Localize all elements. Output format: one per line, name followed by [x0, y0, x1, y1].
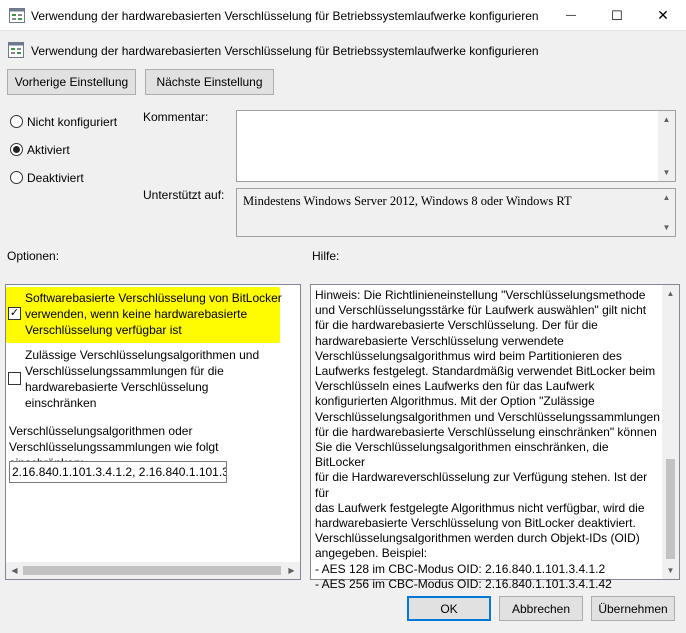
close-icon: ✕ — [657, 7, 669, 23]
scroll-left-icon[interactable]: ◀ — [6, 562, 23, 579]
help-scrollbar[interactable]: ▲ ▼ — [662, 285, 679, 579]
scroll-right-icon[interactable]: ▶ — [283, 562, 300, 579]
policy-settings-icon — [8, 42, 24, 58]
comment-value — [237, 111, 243, 117]
title-bar[interactable]: Verwendung der hardwarebasierten Verschl… — [0, 0, 686, 31]
next-setting-button[interactable]: Nächste Einstellung — [145, 69, 274, 95]
supported-label: Unterstützt auf: — [143, 188, 225, 202]
ok-button[interactable]: OK — [407, 596, 491, 621]
options-hscrollbar[interactable]: ◀ ▶ — [6, 562, 300, 579]
scroll-down-icon[interactable]: ▼ — [658, 219, 675, 236]
supported-scrollbar[interactable]: ▲ ▼ — [658, 189, 675, 236]
radio-circle[interactable] — [10, 143, 23, 156]
help-text: Hinweis: Die Richtlinieneinstellung "Ver… — [315, 288, 660, 591]
close-button[interactable]: ✕ — [640, 0, 686, 31]
policy-settings-icon — [9, 8, 25, 23]
maximize-button[interactable]: ☐ — [594, 0, 640, 31]
scroll-down-icon[interactable]: ▼ — [662, 562, 679, 579]
cancel-button[interactable]: Abbrechen — [499, 596, 583, 621]
scroll-thumb[interactable] — [666, 459, 675, 559]
software-encryption-checkbox[interactable]: ✓ — [8, 307, 21, 320]
help-label: Hilfe: — [312, 249, 340, 263]
radio-selected-dot — [13, 146, 20, 153]
minimize-icon: — — [566, 10, 576, 21]
radio-circle[interactable] — [10, 171, 23, 184]
apply-button[interactable]: Übernehmen — [591, 596, 675, 621]
options-label: Optionen: — [7, 249, 60, 263]
scroll-down-icon[interactable]: ▼ — [658, 164, 675, 181]
software-encryption-label: Softwarebasierte Verschlüsselung von Bit… — [25, 291, 282, 337]
supported-value: Mindestens Windows Server 2012, Windows … — [243, 194, 572, 208]
policy-heading: Verwendung der hardwarebasierten Verschl… — [31, 44, 539, 58]
window-title: Verwendung der hardwarebasierten Verschl… — [31, 9, 539, 23]
radio-label: Deaktiviert — [27, 171, 84, 185]
checkmark-icon: ✓ — [9, 307, 20, 319]
scroll-up-icon[interactable]: ▲ — [662, 285, 679, 302]
supported-box: Mindestens Windows Server 2012, Windows … — [236, 188, 676, 237]
help-pane[interactable]: Hinweis: Die Richtlinieneinstellung "Ver… — [310, 284, 680, 591]
scroll-up-icon[interactable]: ▲ — [658, 111, 675, 128]
comment-label: Kommentar: — [143, 110, 209, 124]
scroll-thumb[interactable] — [23, 566, 281, 575]
comment-textarea[interactable]: ▲ ▼ — [236, 110, 676, 182]
options-pane[interactable]: ✓ Softwarebasierte Verschlüsselung von B… — [5, 284, 301, 580]
minimize-button[interactable]: — — [548, 0, 594, 31]
radio-circle[interactable] — [10, 115, 23, 128]
restrict-algorithms-input[interactable]: 2.16.840.1.101.3.4.1.2, 2.16.840.1.101.3… — [9, 461, 227, 483]
restrict-algorithms-label: Zulässige Verschlüsselungsalgorithmen un… — [25, 348, 260, 410]
maximize-icon: ☐ — [611, 7, 623, 23]
radio-label: Nicht konfiguriert — [27, 115, 118, 129]
radio-label: Aktiviert — [27, 143, 70, 157]
restrict-algorithms-checkbox[interactable] — [8, 372, 21, 385]
scroll-up-icon[interactable]: ▲ — [658, 189, 675, 206]
previous-setting-button[interactable]: Vorherige Einstellung — [7, 69, 136, 95]
comment-scrollbar[interactable]: ▲ ▼ — [658, 111, 675, 181]
